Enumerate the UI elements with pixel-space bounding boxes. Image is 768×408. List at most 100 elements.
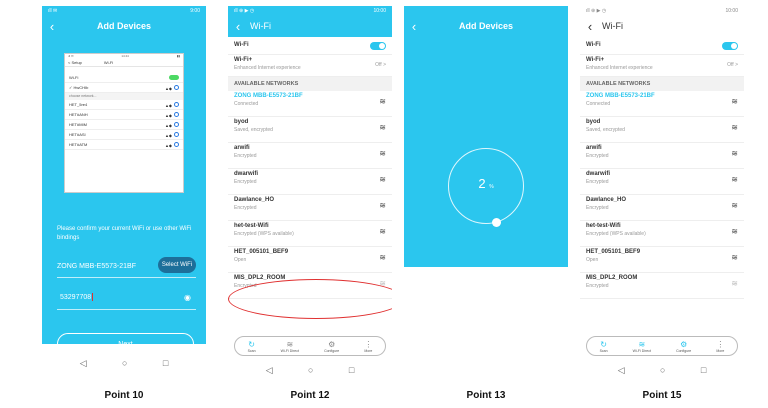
wifi-signal-icon: ≋ xyxy=(731,201,738,210)
progress-knob xyxy=(492,218,501,227)
more-button[interactable]: ⋮ More xyxy=(716,340,724,353)
caption: Point 15 xyxy=(642,390,682,401)
system-nav-bar: ◁ ○ □ xyxy=(228,358,392,382)
page-title: Wi-Fi xyxy=(602,21,623,31)
network-row[interactable]: ZONG MBB-E5573-21BF Connected ≋ xyxy=(580,91,744,117)
network-row[interactable]: arwifi Encrypted ≋ xyxy=(580,143,744,169)
status-bar: ıll ⊕ ▶ ◷ 10:00 xyxy=(580,6,744,15)
app-header: ‹ Add Devices xyxy=(42,15,206,37)
network-row[interactable]: het-test-Wifi Encrypted (WPS available) ≋ xyxy=(580,221,744,247)
wifi-signal-icon: ≋ xyxy=(379,123,386,132)
network-row[interactable]: dwarwifi Encrypted ≋ xyxy=(580,169,744,195)
caption: Point 12 xyxy=(290,390,330,401)
info-icon xyxy=(174,121,179,127)
phone-add-devices-progress: ‹ Add Devices 2 % xyxy=(404,6,568,382)
wifi-icon: ≋ xyxy=(638,339,646,349)
back-arrow-icon[interactable]: ‹ xyxy=(404,19,424,34)
wifi-direct-button[interactable]: ≋ Wi-Fi Direct xyxy=(281,340,299,353)
wifi-direct-button[interactable]: ≋ Wi-Fi Direct xyxy=(633,340,651,353)
wifi-form-panel: ıll ✉ 14:44 ▮▮ < Setup Wi-Fi Wi-Fi ✓ HwCHIb… xyxy=(42,37,206,355)
network-row[interactable]: Dawlance_HO Encrypted ≋ xyxy=(580,195,744,221)
gear-icon: ⚙ xyxy=(328,339,336,349)
nav-home-icon[interactable]: ○ xyxy=(122,358,127,368)
configure-button[interactable]: ⚙ Configure xyxy=(676,340,691,353)
toggle-icon xyxy=(169,75,179,80)
wifi-icon: ≋ xyxy=(286,339,294,349)
wifi-toggle-row[interactable]: Wi-Fi xyxy=(580,37,744,55)
caption: Point 10 xyxy=(104,390,144,401)
network-row[interactable]: byod Saved, encrypted ≋ xyxy=(580,117,744,143)
select-wifi-button[interactable]: Select WiFi xyxy=(158,257,196,273)
status-time: 10:00 xyxy=(725,7,738,14)
network-row[interactable]: byod Saved, encrypted ≋ xyxy=(228,117,392,143)
toggle-icon[interactable] xyxy=(370,42,386,50)
wifi-plus-row[interactable]: Wi-Fi+ Enhanced Internet experience Off … xyxy=(228,55,392,77)
nav-recents-icon[interactable]: □ xyxy=(349,365,354,375)
wifi-toggle-row[interactable]: Wi-Fi xyxy=(228,37,392,55)
password-field[interactable]: 53297708 xyxy=(60,293,94,301)
info-icon xyxy=(174,84,179,90)
instruction-text: Please confirm your current WiFi or use … xyxy=(57,226,192,241)
info-icon xyxy=(174,131,179,137)
network-row[interactable]: HET_005101_BEF9 Open ≋ xyxy=(580,247,744,273)
phone-wifi-list-final: ıll ⊕ ▶ ◷ 10:00 ‹ Wi-Fi Wi-Fi Wi-Fi+ Enh… xyxy=(580,6,744,382)
more-button[interactable]: ⋮ More xyxy=(364,340,372,353)
nav-back-icon[interactable]: ◁ xyxy=(266,365,273,376)
signal-icon: ıll ⊕ ▶ ◷ xyxy=(234,7,255,14)
page-title: Add Devices xyxy=(96,21,152,31)
status-time: 9:00 xyxy=(190,7,200,14)
signal-icon: ıll ⊕ ▶ ◷ xyxy=(586,7,607,14)
back-arrow-icon[interactable]: ‹ xyxy=(42,19,62,34)
wifi-signal-icon: ≋ xyxy=(731,253,738,262)
nav-home-icon[interactable]: ○ xyxy=(660,365,665,375)
configure-button[interactable]: ⚙ Configure xyxy=(324,340,339,353)
wifi-signal-icon: ≋ xyxy=(731,279,738,288)
nav-recents-icon[interactable]: □ xyxy=(163,358,168,368)
nav-back-icon[interactable]: ◁ xyxy=(80,358,87,369)
progress-value: 2 % xyxy=(478,176,494,191)
wifi-signal-icon: ≋ xyxy=(379,227,386,236)
network-row[interactable]: het-test-Wifi Encrypted (WPS available) ≋ xyxy=(228,221,392,247)
wifi-signal-icon: ≋ xyxy=(731,175,738,184)
phone-wifi-list: ıll ⊕ ▶ ◷ 10:00 ‹ Wi-Fi Wi-Fi Wi-Fi+ Enh… xyxy=(228,6,392,382)
phone-add-devices-wifi-form: ıll ✉ 9:00 ‹ Add Devices ıll ✉ 14:44 ▮▮ < … xyxy=(42,6,206,382)
ssid-value: ZONG MBB-E5573-21BF xyxy=(57,263,136,270)
wifi-list: Wi-Fi Wi-Fi+ Enhanced Internet experienc… xyxy=(228,37,392,299)
nav-recents-icon[interactable]: □ xyxy=(701,365,706,375)
wifi-toolbar: ↻ Scan ≋ Wi-Fi Direct ⚙ Configure ⋮ More xyxy=(586,336,738,356)
back-arrow-icon[interactable]: ‹ xyxy=(228,19,248,34)
toggle-icon[interactable] xyxy=(722,42,738,50)
nav-home-icon[interactable]: ○ xyxy=(308,365,313,375)
network-row[interactable]: Dawlance_HO Encrypted ≋ xyxy=(228,195,392,221)
scan-button[interactable]: ↻ Scan xyxy=(248,340,256,353)
system-nav-bar: ◁ ○ □ xyxy=(42,344,206,382)
wifi-list: Wi-Fi Wi-Fi+ Enhanced Internet experienc… xyxy=(580,37,744,299)
caption: Point 13 xyxy=(466,390,506,401)
nav-back-icon[interactable]: ◁ xyxy=(618,365,625,376)
app-header: ‹ Wi-Fi xyxy=(580,15,744,37)
network-row[interactable]: arwifi Encrypted ≋ xyxy=(228,143,392,169)
back-arrow-icon[interactable]: ‹ xyxy=(580,19,600,34)
wifi-signal-icon: ≋ xyxy=(379,253,386,262)
divider xyxy=(57,309,196,310)
wifi-toolbar: ↻ Scan ≋ Wi-Fi Direct ⚙ Configure ⋮ More xyxy=(234,336,386,356)
network-row[interactable]: ZONG MBB-E5573-21BF Connected ≋ xyxy=(228,91,392,117)
more-icon: ⋮ xyxy=(364,339,373,349)
section-header: AVAILABLE NETWORKS xyxy=(580,77,744,91)
info-icon xyxy=(174,141,179,147)
eye-icon[interactable]: ◉ xyxy=(184,293,191,302)
highlight-ellipse xyxy=(228,279,392,319)
network-row[interactable]: MIS_DPL2_ROOM Encrypted ≋ xyxy=(580,273,744,299)
wifi-signal-icon: ≋ xyxy=(379,149,386,158)
network-row[interactable]: dwarwifi Encrypted ≋ xyxy=(228,169,392,195)
scan-button[interactable]: ↻ Scan xyxy=(600,340,608,353)
network-row[interactable]: HET_005101_BEF9 Open ≋ xyxy=(228,247,392,273)
page-title: Wi-Fi xyxy=(250,21,271,31)
wifi-plus-row[interactable]: Wi-Fi+ Enhanced Internet experience Off … xyxy=(580,55,744,77)
status-time: 10:00 xyxy=(373,7,386,14)
wifi-signal-icon: ≋ xyxy=(731,123,738,132)
info-icon xyxy=(174,101,179,107)
status-bar: ıll ✉ 9:00 xyxy=(42,6,206,15)
info-icon xyxy=(174,111,179,117)
divider xyxy=(57,277,196,278)
